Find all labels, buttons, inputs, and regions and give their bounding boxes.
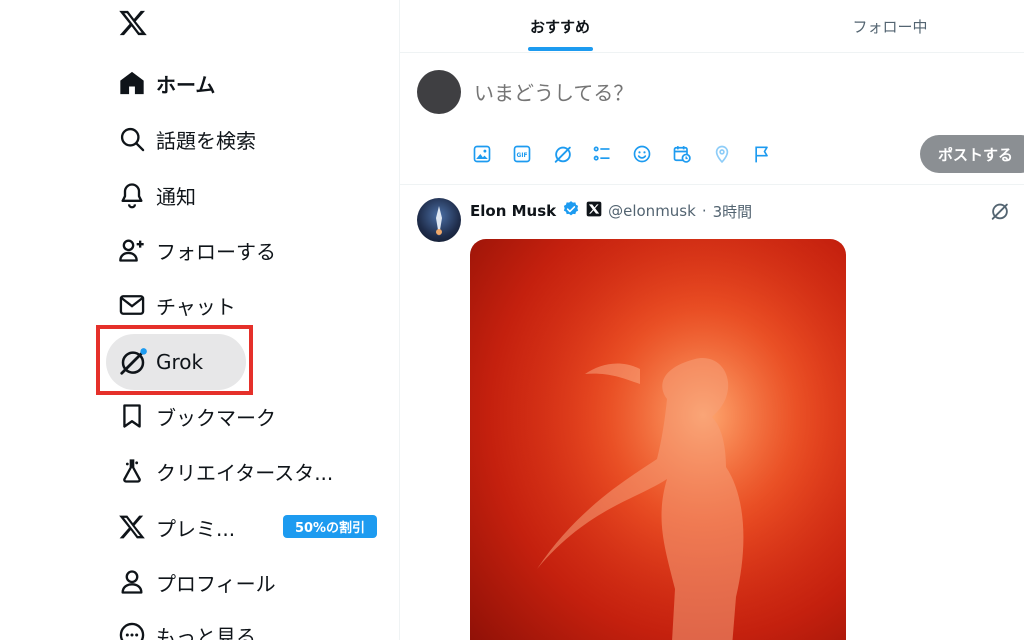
schedule-icon[interactable] <box>672 142 712 166</box>
nav-home-label: ホーム <box>156 72 216 97</box>
timeline-tabs: おすすめ フォロー中 <box>400 0 1024 53</box>
nav-bookmarks[interactable]: ブックマーク <box>108 391 276 441</box>
tab-for-you[interactable]: おすすめ <box>400 0 720 53</box>
person-icon <box>108 568 156 596</box>
tweet-time[interactable]: 3時間 <box>713 201 753 222</box>
nav-profile[interactable]: プロフィール <box>108 557 276 607</box>
author-handle[interactable]: @elonmusk <box>608 202 696 220</box>
nav-follow[interactable]: フォローする <box>108 225 276 275</box>
search-icon <box>108 125 156 153</box>
nav-notifications[interactable]: 通知 <box>108 170 196 220</box>
main-timeline: おすすめ フォロー中 GIF <box>400 0 1024 640</box>
composer-toolbar: GIF <box>472 142 792 166</box>
nav-premium[interactable]: プレミ... <box>108 502 235 552</box>
nav-premium-label: プレミ... <box>156 516 236 541</box>
flag-icon[interactable] <box>752 142 792 166</box>
verified-badge-icon <box>562 200 580 222</box>
poll-icon[interactable] <box>592 142 632 166</box>
tweet-media-image[interactable] <box>470 239 846 640</box>
gif-icon[interactable]: GIF <box>512 142 552 166</box>
nav-creator-studio[interactable]: クリエイタースタ... <box>108 446 333 496</box>
author-name[interactable]: Elon Musk <box>470 202 556 220</box>
nav-more-label: もっと見る <box>156 624 256 640</box>
follow-icon <box>108 236 156 264</box>
compose-input[interactable] <box>474 75 894 111</box>
svg-text:GIF: GIF <box>517 153 528 159</box>
nav-chat-label: チャット <box>156 294 236 319</box>
sidebar: ホーム 話題を検索 通知 フォローする チャット Grok ブックマーク クリエ… <box>0 0 399 640</box>
x-premium-icon <box>108 513 156 541</box>
nav-profile-label: プロフィール <box>156 571 276 596</box>
x-logo-icon[interactable] <box>118 8 148 38</box>
location-icon[interactable] <box>712 142 752 166</box>
tweet-header: Elon Musk @elonmusk · 3時間 <box>470 200 752 222</box>
grok-icon[interactable] <box>552 142 592 166</box>
nav-explore-label: 話題を検索 <box>156 128 256 153</box>
tab-following[interactable]: フォロー中 <box>810 0 970 53</box>
avatar[interactable] <box>417 70 461 114</box>
premium-discount-badge[interactable]: 50%の割引 <box>283 515 377 538</box>
affiliate-x-badge-icon <box>586 201 602 221</box>
envelope-icon <box>108 291 156 319</box>
more-icon <box>108 621 156 640</box>
nav-creator-studio-label: クリエイタースタ... <box>156 460 334 485</box>
image-icon[interactable] <box>472 142 512 166</box>
nav-home[interactable]: ホーム <box>108 58 215 108</box>
dot-separator: · <box>701 202 707 220</box>
active-tab-indicator <box>528 47 593 51</box>
creator-studio-icon <box>108 457 156 485</box>
bell-icon <box>108 181 156 209</box>
composer: GIF ポストする <box>400 53 1024 185</box>
emoji-icon[interactable] <box>632 142 672 166</box>
home-icon <box>108 69 156 97</box>
nav-bookmarks-label: ブックマーク <box>156 405 276 430</box>
nav-explore[interactable]: 話題を検索 <box>108 114 256 164</box>
grok-actions-icon[interactable] <box>989 200 1011 226</box>
highlight-box <box>96 325 253 395</box>
bookmark-icon <box>108 402 156 430</box>
nav-follow-label: フォローする <box>156 239 276 264</box>
tweet[interactable]: Elon Musk @elonmusk · 3時間 <box>400 186 1024 640</box>
nav-more[interactable]: もっと見る <box>108 610 256 640</box>
post-button[interactable]: ポストする <box>920 135 1024 173</box>
nav-chat[interactable]: チャット <box>108 280 236 330</box>
avatar[interactable] <box>417 198 461 242</box>
nav-notifications-label: 通知 <box>156 184 196 209</box>
